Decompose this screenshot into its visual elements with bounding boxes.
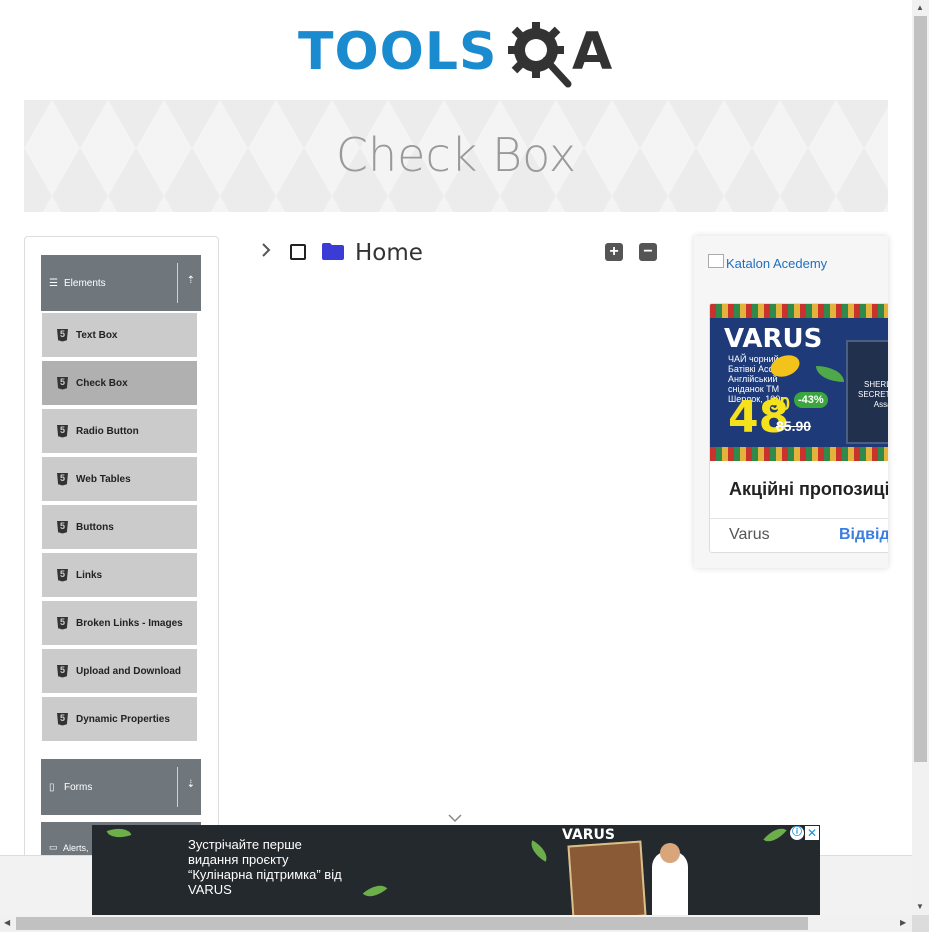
scroll-left-icon[interactable]: ◀ <box>4 918 10 927</box>
sidebar-item-label: Web Tables <box>76 473 131 485</box>
html5-icon <box>57 664 68 678</box>
collapse-all-button[interactable]: − <box>639 243 657 261</box>
group-header-elements[interactable]: ☰ Elements ⇡ <box>41 255 201 311</box>
varus-ad-image[interactable]: VARUS ЧАЙ чорний Батівкі Ассам, Англійсь… <box>710 304 888 461</box>
html5-icon <box>57 328 68 342</box>
sidebar-item-label: Broken Links - Images <box>76 617 183 629</box>
price-cents: 90 <box>770 394 791 414</box>
sidebar-item-web-tables[interactable]: Web Tables <box>42 457 197 503</box>
group-divider <box>177 263 178 303</box>
pack-label: SHERLOCK SECRETS Rich Assam <box>857 380 888 409</box>
horizontal-scroll-thumb[interactable] <box>16 917 808 930</box>
visit-button[interactable]: Відвідайт <box>839 526 888 544</box>
ad-info-icon[interactable]: ⓘ <box>790 826 804 840</box>
html5-icon <box>57 376 68 390</box>
promo-title[interactable]: Акційні пропозиції н <box>729 479 888 500</box>
scrollbar-corner <box>912 915 929 932</box>
varus-logo: VARUS <box>562 827 615 843</box>
horizontal-scrollbar[interactable]: ◀ ▶ <box>0 915 912 932</box>
varus-logo: VARUS <box>724 324 823 354</box>
html5-icon <box>57 472 68 486</box>
sidebar-item-label: Check Box <box>76 377 128 389</box>
page-banner: Check Box <box>24 100 888 212</box>
vertical-scrollbar[interactable]: ▲ ▼ <box>912 0 929 915</box>
scroll-up-icon[interactable]: ▲ <box>916 3 924 12</box>
katalon-ad-link[interactable]: Katalon Acedemy <box>726 256 827 271</box>
discount-badge: -43% <box>794 392 828 408</box>
leaf-image <box>362 879 388 903</box>
vertical-scroll-thumb[interactable] <box>914 16 927 762</box>
menu-icon: ☰ <box>49 277 58 289</box>
ornament-border <box>710 304 888 318</box>
group-label-alerts: Alerts, <box>63 843 89 853</box>
html5-icon <box>57 712 68 726</box>
scroll-down-icon[interactable]: ▼ <box>916 902 924 911</box>
old-price: 85.90 <box>776 418 812 434</box>
right-ad-panel: Katalon Acedemy VARUS ЧАЙ чорний Батівкі… <box>694 236 888 568</box>
bottom-ad-banner[interactable]: Зустрічайте перше видання проєкту “Кулін… <box>92 825 820 915</box>
window-icon: ▭ <box>49 842 58 852</box>
group-label-elements: Elements <box>64 277 106 289</box>
chef-head-image <box>660 843 680 863</box>
sidebar-item-text-box[interactable]: Text Box <box>42 313 197 359</box>
sidebar: ☰ Elements ⇡ Text Box Check Box Radio Bu… <box>24 236 219 878</box>
expand-all-button[interactable]: + <box>605 243 623 261</box>
sidebar-item-links[interactable]: Links <box>42 553 197 599</box>
expand-arrow-icon: ⇣ <box>186 779 195 790</box>
folder-icon <box>322 243 344 260</box>
scroll-right-icon[interactable]: ▶ <box>900 918 906 927</box>
ornament-border <box>710 447 888 461</box>
toolsqa-logo[interactable]: TOOLS A <box>298 16 618 88</box>
varus-ad-card[interactable]: VARUS ЧАЙ чорний Батівкі Ассам, Англійсь… <box>709 303 888 553</box>
sidebar-item-label: Text Box <box>76 329 118 341</box>
gear-search-icon <box>508 22 572 88</box>
sidebar-item-label: Links <box>76 569 103 581</box>
logo-text-tools: TOOLS <box>298 22 498 82</box>
sidebar-item-buttons[interactable]: Buttons <box>42 505 197 551</box>
html5-icon <box>57 424 68 438</box>
tea-pack-image: SHERLOCK SECRETS Rich Assam <box>846 340 888 444</box>
sidebar-item-label: Radio Button <box>76 425 139 437</box>
sidebar-item-dynamic-properties[interactable]: Dynamic Properties <box>42 697 197 743</box>
chevron-right-icon[interactable] <box>261 242 271 263</box>
collapse-arrow-icon: ⇡ <box>186 275 195 286</box>
group-divider <box>177 767 178 807</box>
leaf-image <box>526 840 552 862</box>
sidebar-item-label: Buttons <box>76 521 114 533</box>
html5-icon <box>57 616 68 630</box>
page-title: Check Box <box>335 128 577 182</box>
cookbook-image <box>567 840 647 915</box>
html5-icon <box>57 520 68 534</box>
advertiser-name: Varus <box>729 526 770 543</box>
group-header-forms[interactable]: ▯ Forms ⇣ <box>41 759 201 815</box>
form-icon: ▯ <box>49 781 55 793</box>
sidebar-item-radio-button[interactable]: Radio Button <box>42 409 197 455</box>
bottom-ad-text: Зустрічайте перше видання проєкту “Кулін… <box>188 837 342 897</box>
tree-node-label[interactable]: Home <box>355 240 423 266</box>
logo-text-a: A <box>572 22 614 82</box>
checkbox-tree-node-home: Home + − <box>255 236 675 272</box>
ad-close-icon[interactable]: ✕ <box>805 826 819 840</box>
sidebar-item-broken-links[interactable]: Broken Links - Images <box>42 601 197 647</box>
sidebar-item-upload-download[interactable]: Upload and Download <box>42 649 197 695</box>
sidebar-item-label: Dynamic Properties <box>76 713 170 725</box>
sidebar-item-label: Upload and Download <box>76 665 181 677</box>
leaf-image <box>763 825 787 848</box>
divider <box>710 518 888 519</box>
chevron-down-icon <box>447 810 463 826</box>
group-label-forms: Forms <box>64 781 93 793</box>
leaf-image <box>106 825 132 843</box>
html5-icon <box>57 568 68 582</box>
sidebar-item-check-box[interactable]: Check Box <box>42 361 197 407</box>
broken-image-icon <box>708 254 724 268</box>
home-checkbox[interactable] <box>290 244 306 260</box>
leaf-image <box>816 366 844 382</box>
